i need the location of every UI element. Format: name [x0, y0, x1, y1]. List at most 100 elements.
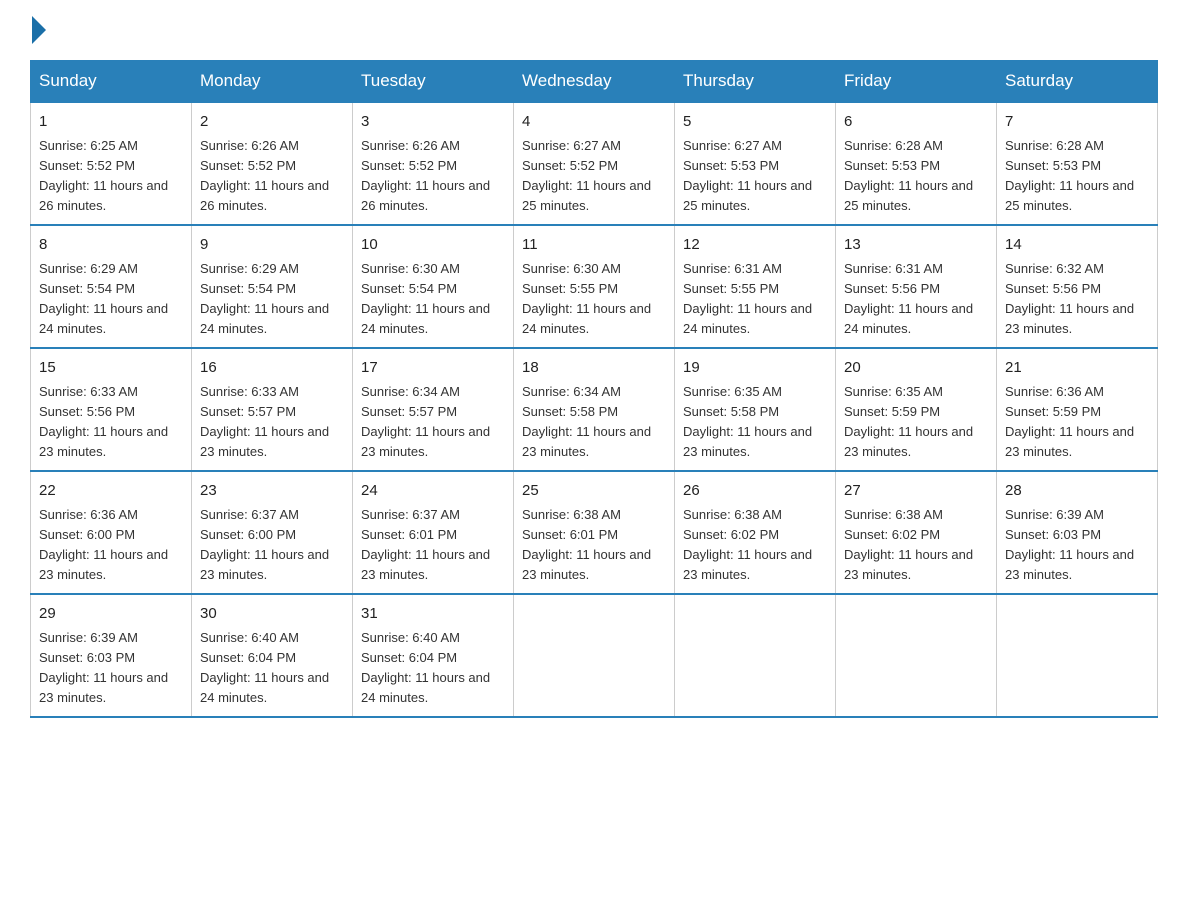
calendar-cell: 28 Sunrise: 6:39 AMSunset: 6:03 PMDayligh… [997, 471, 1158, 594]
calendar-cell: 22 Sunrise: 6:36 AMSunset: 6:00 PMDayligh… [31, 471, 192, 594]
calendar-cell: 19Sunrise: 6:35 AMSunset: 5:58 PMDayligh… [675, 348, 836, 471]
day-number: 26 [683, 480, 827, 503]
day-info: Sunrise: 6:31 AMSunset: 5:55 PMDaylight:… [683, 261, 812, 336]
day-number: 30 [200, 603, 344, 626]
calendar-cell: 11 Sunrise: 6:30 AMSunset: 5:55 PMDayligh… [514, 225, 675, 348]
calendar-cell: 1Sunrise: 6:25 AMSunset: 5:52 PMDaylight… [31, 102, 192, 225]
calendar-week-row: 22 Sunrise: 6:36 AMSunset: 6:00 PMDayligh… [31, 471, 1158, 594]
day-info: Sunrise: 6:35 AMSunset: 5:59 PMDaylight:… [844, 384, 973, 459]
day-number: 2 [200, 111, 344, 134]
calendar-cell [514, 594, 675, 717]
calendar-cell: 15 Sunrise: 6:33 AMSunset: 5:56 PMDayligh… [31, 348, 192, 471]
day-number: 6 [844, 111, 988, 134]
day-number: 7 [1005, 111, 1149, 134]
calendar-cell: 27 Sunrise: 6:38 AMSunset: 6:02 PMDayligh… [836, 471, 997, 594]
day-info: Sunrise: 6:38 AMSunset: 6:02 PMDaylight:… [844, 507, 973, 582]
calendar-table: SundayMondayTuesdayWednesdayThursdayFrid… [30, 60, 1158, 718]
day-info: Sunrise: 6:37 AMSunset: 6:00 PMDaylight:… [200, 507, 329, 582]
column-header-thursday: Thursday [675, 61, 836, 103]
calendar-cell: 29 Sunrise: 6:39 AMSunset: 6:03 PMDayligh… [31, 594, 192, 717]
calendar-week-row: 8 Sunrise: 6:29 AMSunset: 5:54 PMDaylight… [31, 225, 1158, 348]
calendar-cell: 12 Sunrise: 6:31 AMSunset: 5:55 PMDayligh… [675, 225, 836, 348]
day-number: 17 [361, 357, 505, 380]
day-info: Sunrise: 6:40 AMSunset: 6:04 PMDaylight:… [361, 630, 490, 705]
day-info: Sunrise: 6:35 AMSunset: 5:58 PMDaylight:… [683, 384, 812, 459]
day-number: 16 [200, 357, 344, 380]
calendar-cell: 31 Sunrise: 6:40 AMSunset: 6:04 PMDayligh… [353, 594, 514, 717]
calendar-cell: 17 Sunrise: 6:34 AMSunset: 5:57 PMDayligh… [353, 348, 514, 471]
day-number: 25 [522, 480, 666, 503]
calendar-cell: 18 Sunrise: 6:34 AMSunset: 5:58 PMDayligh… [514, 348, 675, 471]
calendar-cell: 9 Sunrise: 6:29 AMSunset: 5:54 PMDaylight… [192, 225, 353, 348]
day-number: 8 [39, 234, 183, 257]
day-info: Sunrise: 6:29 AMSunset: 5:54 PMDaylight:… [200, 261, 329, 336]
day-info: Sunrise: 6:38 AMSunset: 6:02 PMDaylight:… [683, 507, 812, 582]
day-info: Sunrise: 6:39 AMSunset: 6:03 PMDaylight:… [1005, 507, 1134, 582]
day-number: 9 [200, 234, 344, 257]
day-number: 22 [39, 480, 183, 503]
day-info: Sunrise: 6:26 AMSunset: 5:52 PMDaylight:… [200, 138, 329, 213]
day-number: 13 [844, 234, 988, 257]
calendar-cell: 2 Sunrise: 6:26 AMSunset: 5:52 PMDaylight… [192, 102, 353, 225]
day-info: Sunrise: 6:31 AMSunset: 5:56 PMDaylight:… [844, 261, 973, 336]
calendar-cell: 16 Sunrise: 6:33 AMSunset: 5:57 PMDayligh… [192, 348, 353, 471]
day-number: 12 [683, 234, 827, 257]
day-number: 18 [522, 357, 666, 380]
day-info: Sunrise: 6:33 AMSunset: 5:57 PMDaylight:… [200, 384, 329, 459]
day-number: 28 [1005, 480, 1149, 503]
calendar-week-row: 29 Sunrise: 6:39 AMSunset: 6:03 PMDayligh… [31, 594, 1158, 717]
day-number: 10 [361, 234, 505, 257]
calendar-cell: 23 Sunrise: 6:37 AMSunset: 6:00 PMDayligh… [192, 471, 353, 594]
day-info: Sunrise: 6:30 AMSunset: 5:55 PMDaylight:… [522, 261, 651, 336]
column-header-monday: Monday [192, 61, 353, 103]
calendar-cell: 6 Sunrise: 6:28 AMSunset: 5:53 PMDaylight… [836, 102, 997, 225]
day-info: Sunrise: 6:38 AMSunset: 6:01 PMDaylight:… [522, 507, 651, 582]
calendar-cell: 8Sunrise: 6:29 AMSunset: 5:54 PMDaylight… [31, 225, 192, 348]
calendar-cell: 26 Sunrise: 6:38 AMSunset: 6:02 PMDayligh… [675, 471, 836, 594]
calendar-cell [836, 594, 997, 717]
day-number: 29 [39, 603, 183, 626]
day-info: Sunrise: 6:40 AMSunset: 6:04 PMDaylight:… [200, 630, 329, 705]
day-number: 15 [39, 357, 183, 380]
calendar-cell: 25 Sunrise: 6:38 AMSunset: 6:01 PMDayligh… [514, 471, 675, 594]
day-info: Sunrise: 6:34 AMSunset: 5:58 PMDaylight:… [522, 384, 651, 459]
day-info: Sunrise: 6:27 AMSunset: 5:53 PMDaylight:… [683, 138, 812, 213]
calendar-header-row: SundayMondayTuesdayWednesdayThursdayFrid… [31, 61, 1158, 103]
day-info: Sunrise: 6:28 AMSunset: 5:53 PMDaylight:… [844, 138, 973, 213]
column-header-wednesday: Wednesday [514, 61, 675, 103]
day-info: Sunrise: 6:28 AMSunset: 5:53 PMDaylight:… [1005, 138, 1134, 213]
day-info: Sunrise: 6:39 AMSunset: 6:03 PMDaylight:… [39, 630, 168, 705]
day-info: Sunrise: 6:36 AMSunset: 5:59 PMDaylight:… [1005, 384, 1134, 459]
calendar-week-row: 1Sunrise: 6:25 AMSunset: 5:52 PMDaylight… [31, 102, 1158, 225]
day-info: Sunrise: 6:26 AMSunset: 5:52 PMDaylight:… [361, 138, 490, 213]
day-number: 23 [200, 480, 344, 503]
calendar-cell: 3 Sunrise: 6:26 AMSunset: 5:52 PMDaylight… [353, 102, 514, 225]
day-number: 27 [844, 480, 988, 503]
day-info: Sunrise: 6:36 AMSunset: 6:00 PMDaylight:… [39, 507, 168, 582]
day-info: Sunrise: 6:25 AMSunset: 5:52 PMDaylight:… [39, 138, 168, 213]
day-number: 21 [1005, 357, 1149, 380]
calendar-cell: 21 Sunrise: 6:36 AMSunset: 5:59 PMDayligh… [997, 348, 1158, 471]
day-number: 4 [522, 111, 666, 134]
column-header-tuesday: Tuesday [353, 61, 514, 103]
day-info: Sunrise: 6:32 AMSunset: 5:56 PMDaylight:… [1005, 261, 1134, 336]
day-number: 31 [361, 603, 505, 626]
day-number: 3 [361, 111, 505, 134]
day-info: Sunrise: 6:37 AMSunset: 6:01 PMDaylight:… [361, 507, 490, 582]
calendar-cell: 4Sunrise: 6:27 AMSunset: 5:52 PMDaylight… [514, 102, 675, 225]
calendar-cell: 14 Sunrise: 6:32 AMSunset: 5:56 PMDayligh… [997, 225, 1158, 348]
calendar-cell: 20Sunrise: 6:35 AMSunset: 5:59 PMDayligh… [836, 348, 997, 471]
day-number: 11 [522, 234, 666, 257]
calendar-cell [997, 594, 1158, 717]
calendar-cell: 24Sunrise: 6:37 AMSunset: 6:01 PMDayligh… [353, 471, 514, 594]
day-info: Sunrise: 6:30 AMSunset: 5:54 PMDaylight:… [361, 261, 490, 336]
day-number: 14 [1005, 234, 1149, 257]
calendar-cell [675, 594, 836, 717]
day-info: Sunrise: 6:34 AMSunset: 5:57 PMDaylight:… [361, 384, 490, 459]
column-header-sunday: Sunday [31, 61, 192, 103]
logo [30, 20, 46, 42]
calendar-cell: 10 Sunrise: 6:30 AMSunset: 5:54 PMDayligh… [353, 225, 514, 348]
calendar-cell: 5 Sunrise: 6:27 AMSunset: 5:53 PMDaylight… [675, 102, 836, 225]
day-number: 5 [683, 111, 827, 134]
day-info: Sunrise: 6:33 AMSunset: 5:56 PMDaylight:… [39, 384, 168, 459]
